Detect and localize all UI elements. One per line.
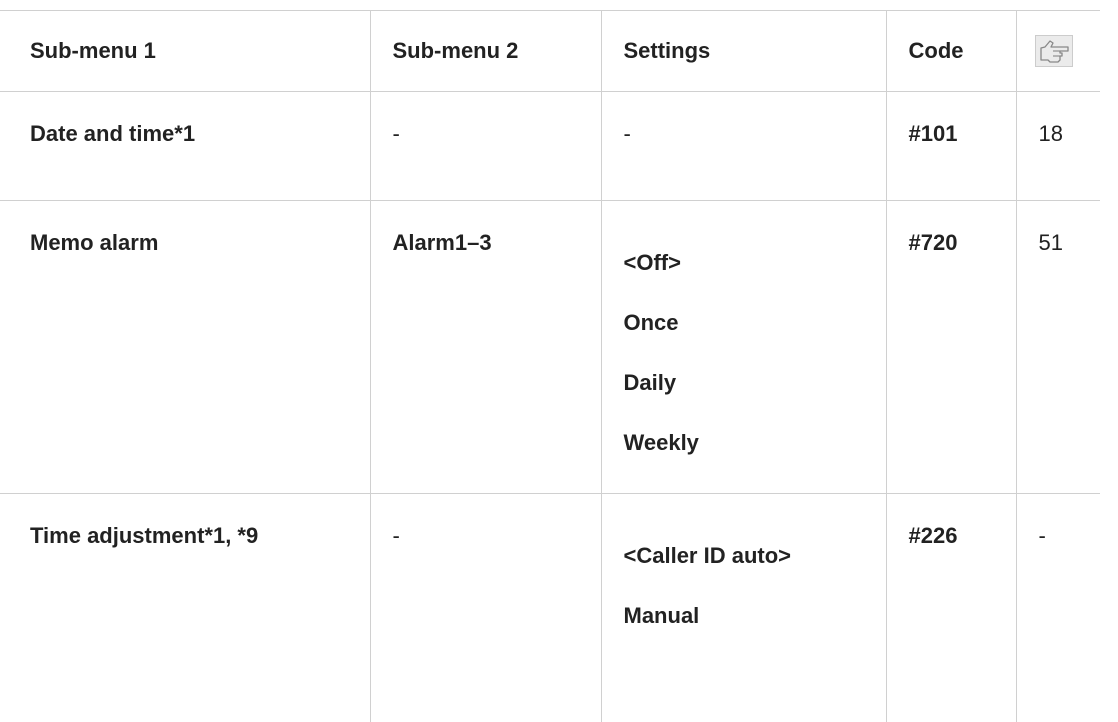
cell-page: 18 [1016,92,1100,201]
cell-page: - [1016,494,1100,722]
cell-sub-menu-1: Time adjustment*1, *9 [0,494,370,722]
cell-settings: - [601,92,886,201]
cell-sub-menu-1: Memo alarm [0,201,370,494]
table-row: Memo alarm Alarm1–3 <Off> Once Daily Wee… [0,201,1100,494]
header-page-ref [1016,11,1100,92]
cell-code: #226 [886,494,1016,722]
cell-code: #101 [886,92,1016,201]
settings-option: Once [624,309,886,337]
cell-sub-menu-2: - [370,494,601,722]
settings-option: Manual [624,602,886,630]
header-sub-menu-1: Sub-menu 1 [0,11,370,92]
table-header-row: Sub-menu 1 Sub-menu 2 Settings Code [0,11,1100,92]
cell-sub-menu-2: - [370,92,601,201]
cell-sub-menu-2: Alarm1–3 [370,201,601,494]
cell-sub-menu-1: Date and time*1 [0,92,370,201]
cell-code: #720 [886,201,1016,494]
pointing-hand-icon [1035,35,1073,67]
table-row: Date and time*1 - - #101 18 [0,92,1100,201]
settings-table: Sub-menu 1 Sub-menu 2 Settings Code Date… [0,10,1100,722]
settings-option: <Caller ID auto> [624,542,886,570]
table-row: Time adjustment*1, *9 - <Caller ID auto>… [0,494,1100,722]
header-code: Code [886,11,1016,92]
header-sub-menu-2: Sub-menu 2 [370,11,601,92]
settings-option: Daily [624,369,886,397]
settings-option: <Off> [624,249,886,277]
settings-options: <Off> Once Daily Weekly [624,249,886,457]
cell-settings: <Caller ID auto> Manual [601,494,886,722]
cell-settings: <Off> Once Daily Weekly [601,201,886,494]
settings-options: <Caller ID auto> Manual [624,542,886,630]
header-settings: Settings [601,11,886,92]
settings-option: Weekly [624,429,886,457]
cell-page: 51 [1016,201,1100,494]
